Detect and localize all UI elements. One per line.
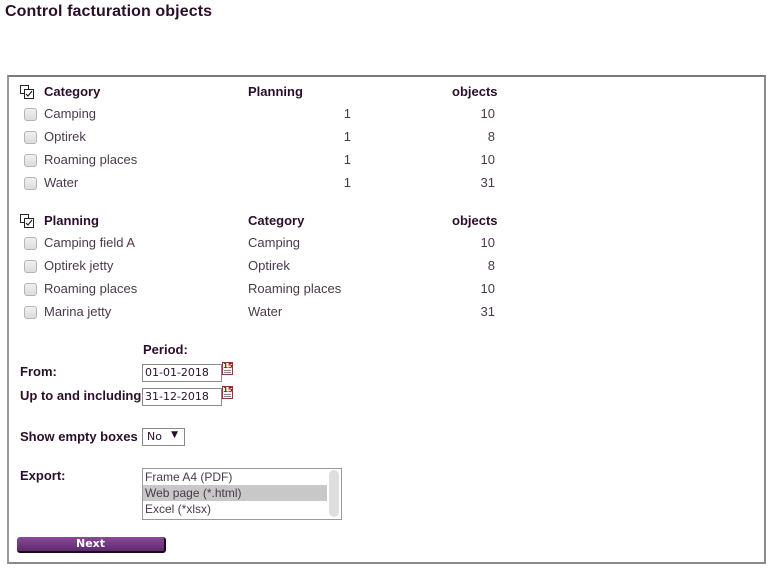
objects-count: 31 <box>480 175 495 190</box>
from-label: From: <box>20 364 57 379</box>
category-header: Category <box>248 213 305 228</box>
show-empty-label: Show empty boxes <box>20 429 138 444</box>
period-label: Period: <box>143 342 188 357</box>
page-title: Control facturation objects <box>5 3 213 20</box>
objects-count: 10 <box>480 152 495 167</box>
calendar-icon[interactable]: 15 <box>222 362 233 375</box>
row-checkbox[interactable] <box>24 260 37 273</box>
objects-header: objects <box>452 213 498 228</box>
category-name: Roaming places <box>44 152 138 167</box>
planning-category: Water <box>248 304 283 319</box>
export-listbox[interactable]: Frame A4 (PDF) Web page (*.html) Excel (… <box>142 468 342 520</box>
select-all-toggle-icon[interactable] <box>20 85 34 99</box>
planning-count: 1 <box>343 152 351 167</box>
planning-name: Camping field A <box>44 235 136 250</box>
planning-count: 1 <box>343 129 351 144</box>
planning-header: Planning <box>248 84 303 99</box>
row-checkbox[interactable] <box>24 237 37 250</box>
category-header: Category <box>44 84 101 99</box>
row-checkbox[interactable] <box>24 306 37 319</box>
export-option-html[interactable]: Web page (*.html) <box>143 485 327 501</box>
row-checkbox[interactable] <box>24 283 37 296</box>
calendar-icon[interactable]: 15 <box>222 386 233 399</box>
chevron-down-icon: ▼ <box>171 430 178 440</box>
planning-count: 1 <box>343 175 351 190</box>
objects-count: 8 <box>487 129 495 144</box>
show-empty-value: No <box>147 430 162 443</box>
category-name: Water <box>44 175 79 190</box>
planning-name: Optirek jetty <box>44 258 114 273</box>
planning-category: Roaming places <box>248 281 342 296</box>
export-label: Export: <box>20 468 66 483</box>
export-option-pdf[interactable]: Frame A4 (PDF) <box>143 469 327 485</box>
show-empty-select[interactable]: No ▼ <box>142 428 185 446</box>
planning-category: Camping <box>248 235 301 250</box>
from-date-input[interactable]: 01-01-2018 <box>142 364 222 382</box>
planning-count: 1 <box>343 106 351 121</box>
row-checkbox[interactable] <box>24 108 37 121</box>
category-name: Camping <box>44 106 97 121</box>
objects-count: 31 <box>480 304 495 319</box>
listbox-scrollbar[interactable] <box>329 470 339 517</box>
row-checkbox[interactable] <box>24 131 37 144</box>
planning-name: Marina jetty <box>44 304 112 319</box>
category-name: Optirek <box>44 129 86 144</box>
select-all-toggle-icon[interactable] <box>20 214 34 228</box>
report-panel <box>7 75 766 564</box>
planning-name: Roaming places <box>44 281 138 296</box>
objects-count: 10 <box>480 106 495 121</box>
row-checkbox[interactable] <box>24 177 37 190</box>
objects-count: 8 <box>487 258 495 273</box>
planning-header: Planning <box>44 213 99 228</box>
export-option-xlsx[interactable]: Excel (*xlsx) <box>143 501 327 517</box>
next-button[interactable]: Next <box>17 537 166 553</box>
objects-count: 10 <box>480 281 495 296</box>
objects-header: objects <box>452 84 498 99</box>
to-date-input[interactable]: 31-12-2018 <box>142 388 222 406</box>
to-label: Up to and including: <box>20 388 146 403</box>
row-checkbox[interactable] <box>24 154 37 167</box>
objects-count: 10 <box>480 235 495 250</box>
planning-category: Optirek <box>248 258 290 273</box>
